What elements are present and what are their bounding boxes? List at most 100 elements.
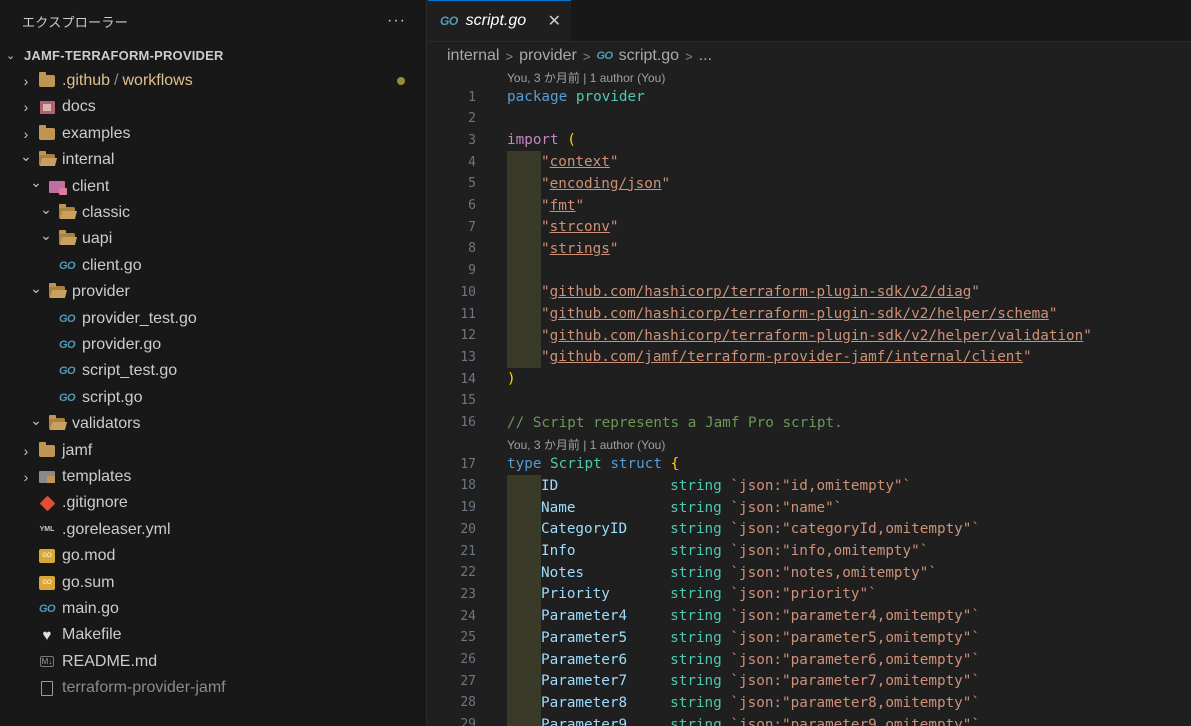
more-actions-button[interactable]: ···: [387, 12, 406, 30]
code-line[interactable]: 6 "fmt": [428, 194, 1191, 217]
tree-item-script-go[interactable]: ›GOscript.go: [0, 385, 426, 411]
chevron-down-icon: ⌄: [30, 174, 42, 191]
go-mod-icon-glyph: GO: [39, 549, 55, 564]
tree-item-docs[interactable]: › docs: [0, 94, 426, 120]
tree-item-makefile[interactable]: ›♥Makefile: [0, 622, 426, 648]
code-line[interactable]: 20 CategoryID string `json:"categoryId,om…: [428, 518, 1191, 541]
code-line[interactable]: 3 import (: [428, 129, 1191, 151]
close-icon[interactable]: ✕: [548, 11, 561, 31]
breadcrumb-symbol[interactable]: ...: [699, 47, 712, 65]
code-line[interactable]: 11 "github.com/hashicorp/terraform-plugin…: [428, 303, 1191, 325]
indent-guide: [507, 324, 541, 347]
code-line[interactable]: 27 Parameter7 string `json:"parameter7,om…: [428, 670, 1191, 693]
code-line[interactable]: 8 "strings": [428, 237, 1191, 260]
tree-item-provider-test-go[interactable]: ›GOprovider_test.go: [0, 306, 426, 332]
line-number: 4: [468, 154, 476, 170]
tree-item-readme-md[interactable]: ›M↓README.md: [0, 649, 426, 675]
line-number: 20: [460, 521, 476, 537]
line-number: 12: [460, 328, 476, 344]
breadcrumb-provider[interactable]: provider: [519, 47, 577, 65]
tree-item-script-test-go[interactable]: ›GOscript_test.go: [0, 358, 426, 384]
folder-open-icon-glyph: [59, 230, 75, 246]
code-line[interactable]: 15: [428, 390, 1191, 412]
code-line[interactable]: 19 Name string `json:"name"`: [428, 496, 1191, 519]
code-line[interactable]: 7 "strconv": [428, 216, 1191, 239]
tree-item-client-go[interactable]: ›GOclient.go: [0, 253, 426, 279]
code-text: import (: [507, 132, 576, 149]
tree-item-label: script_test.go: [82, 362, 178, 380]
tree-item-main-go[interactable]: ›GOmain.go: [0, 596, 426, 622]
tree-item-label: client.go: [82, 256, 142, 274]
indent-guide: [507, 151, 541, 174]
code-line[interactable]: 17 type Script struct {: [428, 453, 1191, 475]
tree-item-examples[interactable]: › examples: [0, 121, 426, 147]
code-text: Priority string `json:"priority"`: [507, 583, 877, 606]
code-line[interactable]: 28 Parameter8 string `json:"parameter8,om…: [428, 691, 1191, 714]
git-icon-glyph: [39, 495, 55, 512]
indent-guide: [507, 670, 541, 693]
tree-item-uapi[interactable]: ⌄ uapi: [0, 226, 426, 252]
code-line[interactable]: 5 "encoding/json": [428, 172, 1191, 195]
code-line[interactable]: 2: [428, 108, 1191, 130]
code-line[interactable]: 12 "github.com/hashicorp/terraform-plugin…: [428, 324, 1191, 347]
tree-item-classic[interactable]: ⌄ classic: [0, 200, 426, 226]
line-number: 16: [460, 415, 476, 430]
tree-item-label: .gitignore: [62, 494, 128, 512]
tree-item-label: jamf: [62, 441, 93, 459]
tree-item-label: go.sum: [62, 573, 115, 591]
tree-item-go-mod[interactable]: ›GOgo.mod: [0, 543, 426, 569]
tree-item-goreleaser-yml[interactable]: ›YML.goreleaser.yml: [0, 517, 426, 543]
tree-item-gitignore[interactable]: ›.gitignore: [0, 490, 426, 516]
line-number: 23: [460, 586, 476, 602]
tree-item-label: script.go: [82, 388, 143, 406]
line-number: 7: [468, 219, 476, 235]
code-line[interactable]: 29 Parameter9 string `json:"parameter9,om…: [428, 713, 1191, 726]
explorer-title: エクスプローラー: [22, 14, 129, 30]
tree-item-validators[interactable]: ⌄ validators: [0, 411, 426, 437]
indent-guide: [507, 303, 541, 325]
tree-item-go-sum[interactable]: ›GOgo.sum: [0, 570, 426, 596]
code-line[interactable]: 1 package provider: [428, 86, 1191, 108]
code-text: Parameter4 string `json:"parameter4,omit…: [507, 605, 980, 628]
git-blame-annotation[interactable]: You, 3 か月前 | 1 author (You): [507, 68, 665, 86]
workspace-root[interactable]: ⌄ JAMF-TERRAFORM-PROVIDER: [0, 42, 426, 68]
tree-item-provider[interactable]: ⌄ provider: [0, 279, 426, 305]
code-text: Info string `json:"info,omitempty"`: [507, 540, 928, 562]
go-file-icon: GO: [596, 50, 613, 62]
breadcrumb-file[interactable]: script.go: [619, 47, 679, 65]
code-line[interactable]: 18 ID string `json:"id,omitempty"`: [428, 474, 1191, 497]
code-line[interactable]: 14): [428, 368, 1191, 390]
code-line[interactable]: 22 Notes string `json:"notes,omitempty"`: [428, 561, 1191, 584]
code-line[interactable]: 25 Parameter5 string `json:"parameter5,om…: [428, 626, 1191, 649]
code-line[interactable]: 4 "context": [428, 151, 1191, 174]
tree-item-github[interactable]: › .github / workflows: [0, 68, 426, 94]
git-blame-annotation[interactable]: You, 3 か月前 | 1 author (You): [507, 435, 665, 453]
line-number: 6: [468, 198, 476, 213]
code-text: "github.com/hashicorp/terraform-plugin-s…: [507, 303, 1057, 325]
code-line[interactable]: 13 "github.com/jamf/terraform-provider-ja…: [428, 346, 1191, 369]
indent-guide: [507, 561, 541, 584]
tree-item-templates[interactable]: › templates: [0, 464, 426, 490]
tree-item-client[interactable]: ⌄ client: [0, 174, 426, 200]
breadcrumb-internal[interactable]: internal: [447, 47, 499, 65]
tree-item-jamf[interactable]: › jamf: [0, 438, 426, 464]
code-line[interactable]: 16 // Script represents a Jamf Pro script…: [428, 412, 1191, 434]
tree-item-internal[interactable]: ⌄ internal: [0, 147, 426, 173]
code-line[interactable]: 23 Priority string `json:"priority"`: [428, 583, 1191, 606]
folder-open-icon: [58, 204, 76, 220]
code-line[interactable]: 10 "github.com/hashicorp/terraform-plugin…: [428, 281, 1191, 304]
folder-icon: [38, 441, 56, 458]
markdown-icon: M↓: [38, 655, 56, 669]
editor: GO script.go ✕ internal > provider > GO …: [428, 0, 1191, 726]
tree-item-provider-go[interactable]: ›GOprovider.go: [0, 332, 426, 358]
line-number: 8: [468, 241, 476, 257]
code-line[interactable]: 9: [428, 259, 1191, 282]
tree-item-label: terraform-provider-jamf: [62, 679, 226, 697]
tree-item-terraform-provider-jamf[interactable]: ›terraform-provider-jamf: [0, 675, 426, 701]
line-number: 27: [460, 673, 476, 689]
folder-icon: [38, 72, 56, 88]
code-line[interactable]: 26 Parameter6 string `json:"parameter6,om…: [428, 648, 1191, 671]
code-line[interactable]: 21 Info string `json:"info,omitempty"`: [428, 540, 1191, 562]
tab-script-go[interactable]: GO script.go ✕: [428, 0, 571, 41]
code-line[interactable]: 24 Parameter4 string `json:"parameter4,om…: [428, 605, 1191, 628]
